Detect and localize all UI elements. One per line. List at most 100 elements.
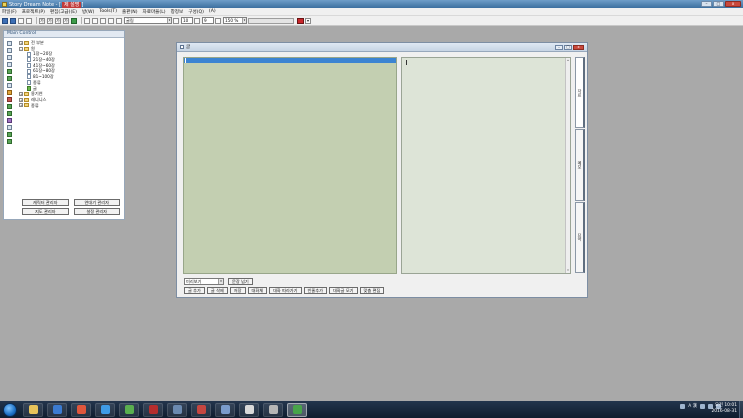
recycle-icon[interactable] — [7, 69, 12, 74]
doc-maximize-button[interactable]: □ — [564, 45, 572, 50]
menu-file[interactable]: 파일(F) — [2, 9, 17, 15]
align-left-icon[interactable] — [84, 17, 90, 24]
document-icon[interactable] — [7, 41, 12, 46]
menu-tools[interactable]: Tools(T) — [99, 9, 117, 14]
taskbar-app-utility-disc[interactable] — [239, 402, 259, 417]
doc-close-button[interactable]: x — [573, 45, 584, 50]
strike-icon[interactable]: 가 — [63, 17, 69, 24]
format-edit-button[interactable]: 맞춤 편집 — [359, 287, 385, 294]
taskbar-app-news-reader[interactable] — [191, 402, 211, 417]
align-center-icon[interactable] — [92, 17, 98, 24]
taskbar-app-steam[interactable] — [167, 402, 187, 417]
print-icon[interactable] — [26, 17, 32, 24]
taskbar-app-internet-explorer[interactable] — [95, 402, 115, 417]
setting-manager-button[interactable]: 설정 관리자 — [73, 208, 120, 215]
menu-edit[interactable]: 편집(고급)(E) — [50, 9, 77, 15]
text-color-swatch[interactable] — [297, 17, 304, 24]
note-icon[interactable] — [7, 55, 12, 60]
expand-icon[interactable]: + — [19, 40, 23, 45]
folder-open-icon[interactable] — [7, 90, 12, 95]
open-icon[interactable] — [10, 17, 16, 24]
add-text-button[interactable]: 글 추가 — [184, 287, 205, 294]
delete-text-button[interactable]: 글 삭제 — [206, 287, 228, 294]
menu-publish[interactable]: 출판(N) — [122, 9, 137, 15]
highlight-icon[interactable] — [71, 17, 77, 24]
italic-icon[interactable]: 가 — [47, 17, 53, 24]
menu-window[interactable]: 방(W) — [82, 9, 94, 15]
save-icon[interactable] — [18, 17, 24, 24]
expand-icon[interactable]: + — [19, 92, 23, 97]
menu-config[interactable]: 구성(Q) — [188, 9, 204, 15]
preview-pane[interactable]: ▴ ▾ — [401, 57, 571, 274]
list-icon[interactable] — [7, 125, 12, 130]
folder-icon — [24, 46, 29, 51]
maximize-button[interactable]: □ — [713, 1, 724, 7]
ime-indicator[interactable]: A 漢 — [688, 403, 697, 409]
clock[interactable]: 오전 10:01 2016-08-31 — [711, 403, 737, 415]
toolbar-slider[interactable] — [248, 17, 294, 24]
spacing-select[interactable]: 9 — [202, 17, 214, 24]
dialogue-button[interactable]: 대화체 — [247, 287, 268, 294]
tab-materials[interactable]: 자료 — [575, 57, 585, 129]
menu-library[interactable]: 자료마을(L) — [143, 9, 166, 15]
media-player-icon — [52, 405, 62, 414]
scroll-up-icon[interactable]: ▴ — [566, 58, 570, 63]
save-button[interactable]: 저장 — [229, 287, 246, 294]
taskbar-app-chrome-browser[interactable] — [71, 402, 91, 417]
calendar-icon[interactable] — [7, 76, 12, 81]
add-blank-line-button[interactable]: 빈줄추가 — [303, 287, 327, 294]
export-icon[interactable] — [7, 139, 12, 144]
map-manager-button[interactable]: 지도 관리자 — [22, 208, 69, 215]
tag-icon[interactable] — [7, 132, 12, 137]
menu-project[interactable]: 프로젝트(P) — [22, 9, 45, 15]
view-mode-select[interactable]: 미리보기 ▾ — [184, 278, 224, 285]
doc-minimize-button[interactable]: – — [555, 45, 563, 50]
scroll-down-icon[interactable]: ▾ — [566, 268, 570, 273]
preview-scrollbar[interactable]: ▴ ▾ — [565, 58, 570, 273]
underline-icon[interactable]: 가 — [55, 17, 61, 24]
editor-pane[interactable] — [183, 57, 397, 274]
new-file-icon[interactable] — [2, 17, 8, 24]
taskbar-app-story-dream-note[interactable] — [287, 402, 307, 417]
character-icon[interactable] — [7, 104, 12, 109]
follow-dialogue-button[interactable]: 대화 따라가기 — [269, 287, 302, 294]
sentence-skip-button[interactable]: 문장 넘기 — [228, 278, 253, 285]
help-icon[interactable] — [700, 403, 705, 409]
zoom-select[interactable]: 150 % ▾ — [223, 17, 247, 24]
menu-window-info[interactable]: 창정보 — [171, 9, 184, 15]
align-right-icon[interactable] — [100, 17, 106, 24]
character-manager-button[interactable]: 캐릭터 관리자 — [22, 199, 69, 206]
show-desktop-button[interactable] — [739, 401, 743, 418]
taskbar-app-headset[interactable] — [143, 402, 163, 417]
taskbar-app-chrome-2[interactable] — [119, 402, 139, 417]
start-button[interactable] — [3, 402, 17, 417]
justify-icon[interactable] — [108, 17, 114, 24]
expand-icon[interactable]: + — [19, 97, 23, 102]
network-icon[interactable] — [680, 403, 686, 409]
taskbar-app-media-player[interactable] — [47, 402, 67, 417]
bold-icon[interactable]: 가 — [39, 17, 45, 24]
collect-dialogue-button[interactable]: 대화글 모기 — [328, 287, 358, 294]
minimize-button[interactable]: – — [701, 1, 712, 7]
close-button[interactable]: x — [725, 1, 741, 7]
tab-summary[interactable]: 요약 — [575, 201, 585, 273]
chronicle-manager-button[interactable]: 연대기 관리자 — [73, 199, 120, 206]
grid-icon[interactable] — [7, 48, 12, 53]
font-name-select[interactable]: 굴림 ▾ — [124, 17, 172, 24]
indent-icon[interactable] — [116, 17, 122, 24]
color-dropdown-icon[interactable]: ▾ — [305, 17, 311, 24]
book-icon[interactable] — [7, 97, 12, 102]
map-icon[interactable] — [7, 111, 12, 116]
folder-icon[interactable] — [7, 83, 12, 88]
tab-memo[interactable]: 메모 — [575, 129, 585, 201]
setting-icon[interactable] — [7, 118, 12, 123]
page-icon[interactable] — [7, 62, 12, 67]
expand-icon[interactable]: + — [19, 103, 23, 108]
taskbar-app-game-controller[interactable] — [263, 402, 283, 417]
font-size-select[interactable]: 10 — [181, 17, 193, 24]
tree-node[interactable]: + 종류 — [19, 103, 119, 109]
taskbar-app-screen-tool[interactable] — [215, 402, 235, 417]
collapse-icon[interactable]: – — [19, 46, 23, 51]
taskbar-app-file-explorer[interactable] — [23, 402, 43, 417]
menu-about[interactable]: (A) — [209, 9, 216, 14]
